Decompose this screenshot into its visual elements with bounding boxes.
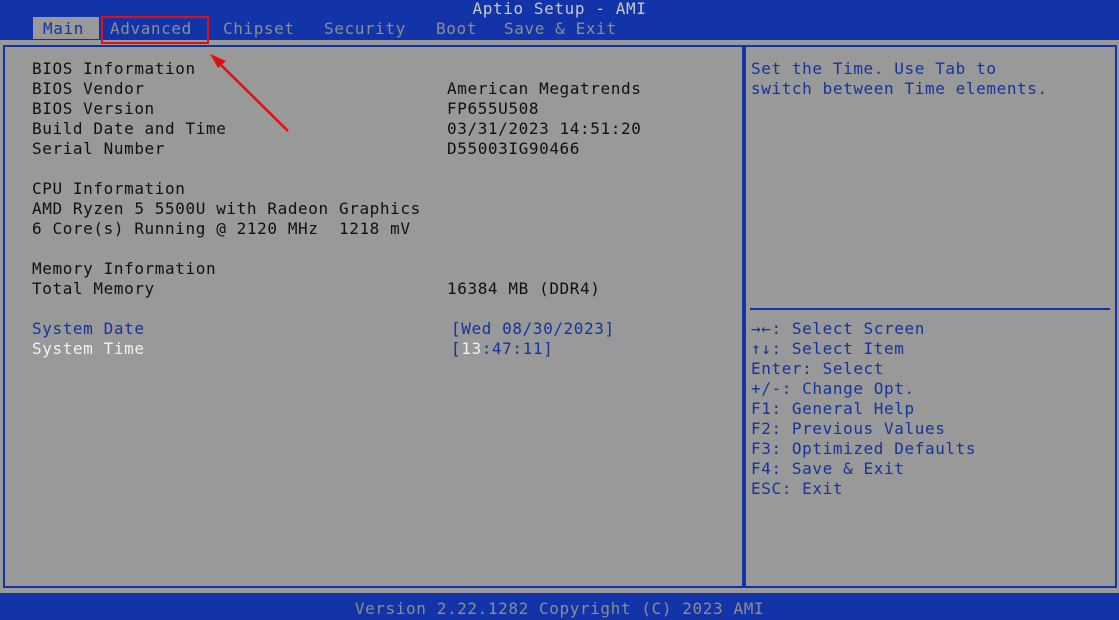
tab-boot[interactable]: Boot: [436, 17, 477, 39]
cpu-info-heading: CPU Information: [32, 179, 186, 198]
bios-vendor-value: American Megatrends: [447, 79, 642, 98]
key-hint-change-opt: +/-: Change Opt.: [751, 379, 915, 398]
build-date-value: 03/31/2023 14:51:20: [447, 119, 642, 138]
system-time-label[interactable]: System Time: [32, 339, 145, 359]
tab-chipset[interactable]: Chipset: [223, 17, 295, 39]
annotation-highlight-box: [101, 16, 209, 44]
help-divider: [750, 308, 1110, 310]
help-text-line-1: Set the Time. Use Tab to: [751, 59, 997, 78]
system-time-hours[interactable]: 13: [461, 339, 481, 358]
bios-version-value: FP655U508: [447, 99, 540, 118]
build-date-label: Build Date and Time: [32, 119, 227, 138]
system-date-label[interactable]: System Date: [32, 319, 145, 339]
system-time-bracket: [: [451, 339, 462, 358]
help-text-line-2: switch between Time elements.: [751, 79, 1048, 98]
key-hint-esc: ESC: Exit: [751, 479, 844, 498]
key-hint-select-screen: →←: Select Screen: [751, 319, 925, 338]
key-hint-f1: F1: General Help: [751, 399, 915, 418]
key-hint-enter: Enter: Select: [751, 359, 885, 378]
help-panel: [744, 45, 1117, 588]
total-memory-label: Total Memory: [32, 279, 155, 298]
serial-number-value: D55003IG90466: [447, 139, 581, 158]
memory-info-heading: Memory Information: [32, 259, 217, 278]
system-time-rest[interactable]: :47:11]: [482, 339, 554, 358]
system-date-field[interactable]: [Wed 08/30/2023]: [451, 319, 615, 339]
key-hint-select-item: ↑↓: Select Item: [751, 339, 905, 358]
total-memory-value: 16384 MB (DDR4): [447, 279, 601, 298]
bios-info-heading: BIOS Information: [32, 59, 196, 78]
cpu-status: 6 Core(s) Running @ 2120 MHz 1218 mV: [32, 219, 411, 238]
key-hint-f4: F4: Save & Exit: [751, 459, 905, 478]
bios-version-label: BIOS Version: [32, 99, 155, 118]
cpu-model: AMD Ryzen 5 5500U with Radeon Graphics: [32, 199, 421, 218]
tab-security[interactable]: Security: [324, 17, 406, 39]
bios-vendor-label: BIOS Vendor: [32, 79, 145, 98]
tab-save-exit[interactable]: Save & Exit: [504, 17, 617, 39]
serial-number-label: Serial Number: [32, 139, 166, 158]
key-hint-f3: F3: Optimized Defaults: [751, 439, 977, 458]
system-time-field[interactable]: [13:47:11]: [451, 339, 553, 359]
key-hint-f2: F2: Previous Values: [751, 419, 946, 438]
footer-version: Version 2.22.1282 Copyright (C) 2023 AMI: [0, 598, 1119, 620]
tab-main[interactable]: Main: [33, 17, 99, 39]
